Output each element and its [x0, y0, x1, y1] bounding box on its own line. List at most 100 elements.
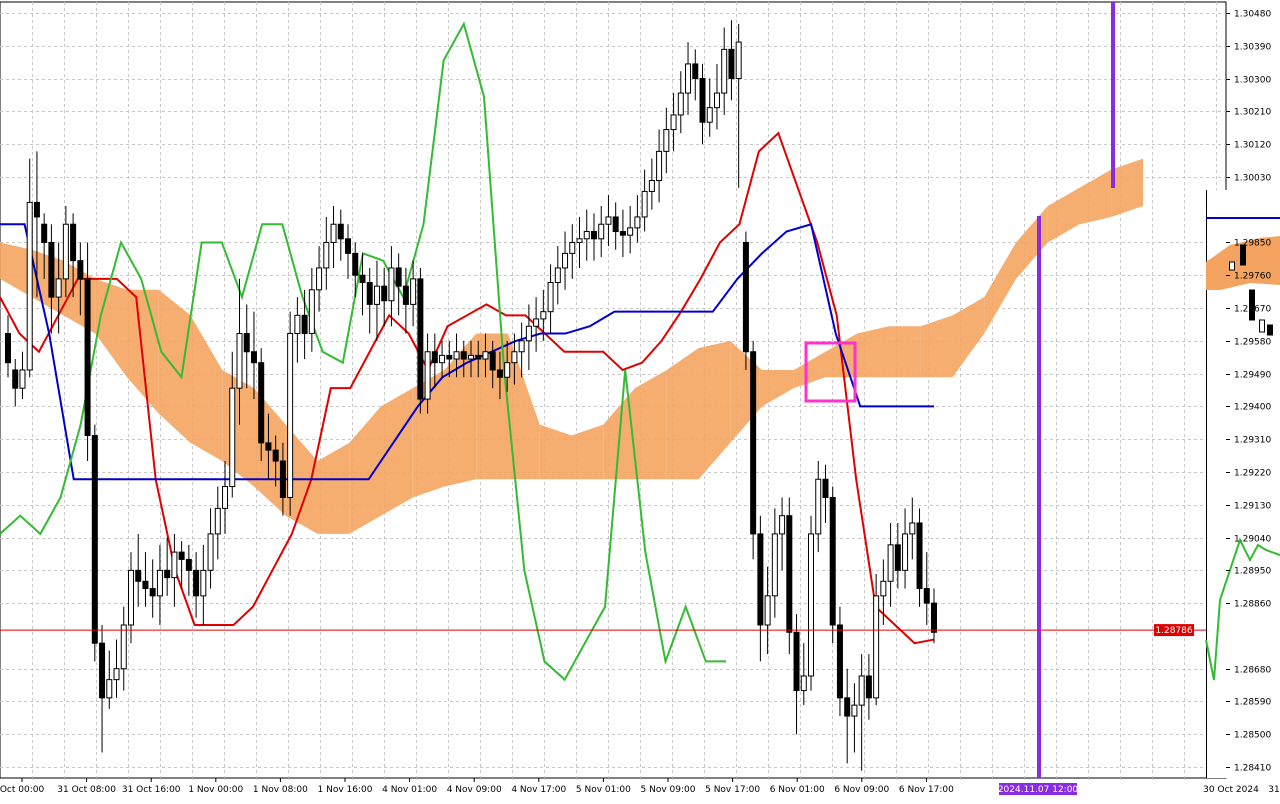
x-tick-label: 6 Nov 09:00: [834, 785, 889, 795]
candle-body-down: [402, 285, 409, 305]
candle-body-down: [836, 624, 843, 699]
cloud-segment-bullish: [1079, 169, 1112, 225]
candle: [836, 606, 843, 717]
candle-body-up: [156, 569, 163, 597]
x-tick-label: 4 Nov 09:00: [447, 785, 502, 795]
candle-body-down: [844, 697, 851, 717]
cloud-segment-bullish: [793, 351, 826, 389]
y-tick-label: 1.30300: [1234, 76, 1271, 86]
candle-body-up: [880, 580, 887, 597]
candle-body-down: [475, 354, 482, 360]
candle: [865, 654, 872, 720]
candle-body-up: [236, 333, 243, 389]
candle: [692, 49, 699, 101]
candle-body-up: [583, 231, 590, 240]
candle-body-up: [453, 351, 460, 360]
candle: [844, 668, 851, 764]
candle: [19, 351, 26, 400]
candle-body-up: [62, 223, 69, 280]
y-tick-label: 1.29850: [1234, 239, 1271, 249]
candle-body-up: [887, 544, 894, 582]
candle-body-down: [337, 223, 344, 240]
candle-body-down: [279, 460, 286, 498]
candle-body-down: [786, 515, 793, 633]
candle-body-up: [713, 92, 720, 109]
candle: [641, 169, 648, 232]
candle: [200, 544, 207, 625]
candle-body-up: [113, 668, 120, 681]
candle: [207, 508, 214, 589]
cloud-segment-bullish: [952, 297, 985, 378]
candle-body-up: [547, 282, 554, 313]
candle-body-up: [808, 533, 815, 677]
candle-body-up: [287, 333, 294, 498]
candle-body-up: [229, 387, 236, 488]
candle-body-up: [127, 569, 134, 626]
candle-body-up: [685, 63, 692, 94]
candle: [214, 486, 221, 560]
candle: [728, 20, 735, 101]
candle: [750, 340, 757, 560]
candle-body-down: [193, 569, 200, 597]
x-tick-label: 5 Nov 01:00: [576, 785, 631, 795]
candle-body-down: [359, 274, 366, 284]
candle-body-down: [142, 580, 149, 590]
secondary-x-tick-label: 30 Oct 2024: [1203, 785, 1259, 795]
candle-body-down: [352, 252, 359, 276]
candle-body-up: [424, 351, 431, 400]
candle-body-down: [99, 642, 106, 699]
candle-body-up: [410, 278, 417, 305]
candle: [677, 71, 684, 134]
candle: [713, 63, 720, 130]
candle-body-down: [865, 675, 872, 699]
price-chart[interactable]: 1.28786 2024.11.07 12:00 30 Oct 2024 31 1.3…: [0, 0, 1280, 800]
candle-body-down: [48, 241, 55, 298]
candle-body-up: [525, 325, 532, 342]
candle-body-up: [207, 533, 214, 571]
y-tick-label: 1.29580: [1234, 338, 1271, 348]
candle-body-up: [323, 241, 330, 269]
cloud-segment-bullish: [349, 406, 381, 534]
cloud-segment-bullish: [920, 315, 953, 378]
candle: [721, 27, 728, 115]
candle-body-up: [388, 267, 395, 302]
candle: [12, 359, 19, 407]
candle: [554, 246, 561, 305]
candle-body-up: [26, 201, 33, 371]
cloud-segment-bullish: [158, 289, 191, 443]
cloud-segment-bullish: [317, 442, 350, 534]
candle-body-up: [721, 48, 728, 94]
candle: [381, 267, 388, 327]
candle: [583, 209, 590, 261]
candle-body-down: [250, 351, 257, 364]
candle: [786, 497, 793, 655]
candle: [706, 78, 713, 137]
candle: [525, 304, 532, 370]
candle-body-up: [511, 351, 518, 364]
candle-body-down: [612, 216, 619, 233]
y-tick-label: 1.29400: [1234, 403, 1271, 413]
candle: [193, 552, 200, 618]
candle: [757, 515, 764, 662]
candle: [99, 624, 106, 753]
candle-body-down: [619, 231, 626, 236]
candle: [395, 253, 402, 316]
candle: [222, 461, 229, 534]
candle-body-up: [605, 216, 612, 225]
candle-body-up: [106, 679, 113, 699]
candle-body-up: [482, 351, 489, 360]
cloud-segment-bullish: [857, 326, 889, 378]
candle-body-down: [33, 201, 40, 218]
candle-body-up: [641, 190, 648, 218]
y-tick-label: 1.30210: [1234, 108, 1271, 118]
candle-body-down: [366, 282, 373, 305]
candle-body-down: [272, 449, 279, 462]
candle-body-up: [706, 107, 713, 123]
candle-body-down: [692, 63, 699, 80]
candle-body-up: [800, 675, 807, 692]
candle-body-down: [265, 442, 272, 451]
candle: [742, 231, 749, 370]
candle-body-up: [598, 223, 605, 240]
candle: [91, 424, 98, 662]
x-tick-label: 31 Oct 08:00: [57, 785, 116, 795]
